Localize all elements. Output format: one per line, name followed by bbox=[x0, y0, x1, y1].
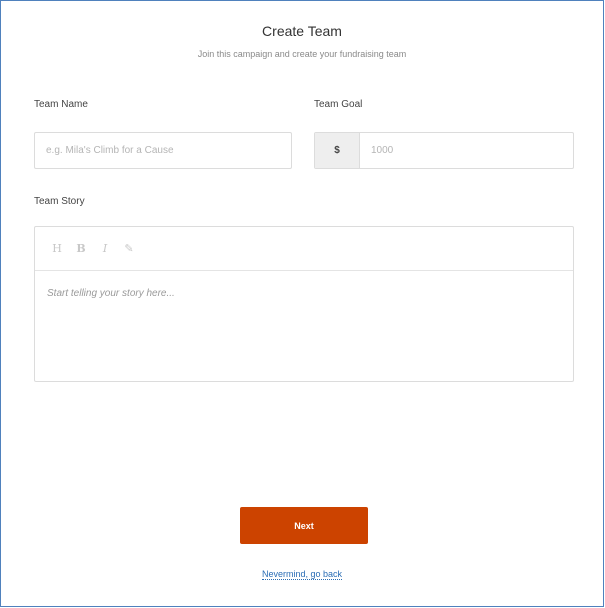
team-story-textarea[interactable]: Start telling your story here... bbox=[35, 271, 573, 316]
back-link-container: Nevermind, go back bbox=[1, 569, 603, 580]
bold-icon[interactable]: B bbox=[71, 239, 91, 259]
link-icon[interactable]: ✎ bbox=[119, 239, 139, 259]
team-goal-input[interactable] bbox=[360, 133, 573, 168]
italic-icon[interactable]: I bbox=[95, 239, 115, 259]
team-story-editor: H B I ✎ Start telling your story here... bbox=[34, 226, 574, 382]
team-story-label: Team Story bbox=[34, 196, 85, 207]
next-button[interactable]: Next bbox=[240, 507, 368, 544]
heading-icon[interactable]: H bbox=[47, 239, 67, 259]
editor-toolbar: H B I ✎ bbox=[35, 227, 573, 271]
team-goal-label: Team Goal bbox=[314, 99, 363, 110]
currency-prefix: $ bbox=[315, 133, 360, 168]
team-name-input[interactable] bbox=[34, 132, 292, 169]
page-title: Create Team bbox=[262, 23, 342, 39]
create-team-panel: Create Team Join this campaign and creat… bbox=[0, 0, 604, 607]
nevermind-go-back-link[interactable]: Nevermind, go back bbox=[261, 569, 343, 580]
team-name-label: Team Name bbox=[34, 99, 88, 110]
team-goal-field: $ bbox=[314, 132, 574, 169]
page-subtitle: Join this campaign and create your fundr… bbox=[197, 49, 407, 59]
